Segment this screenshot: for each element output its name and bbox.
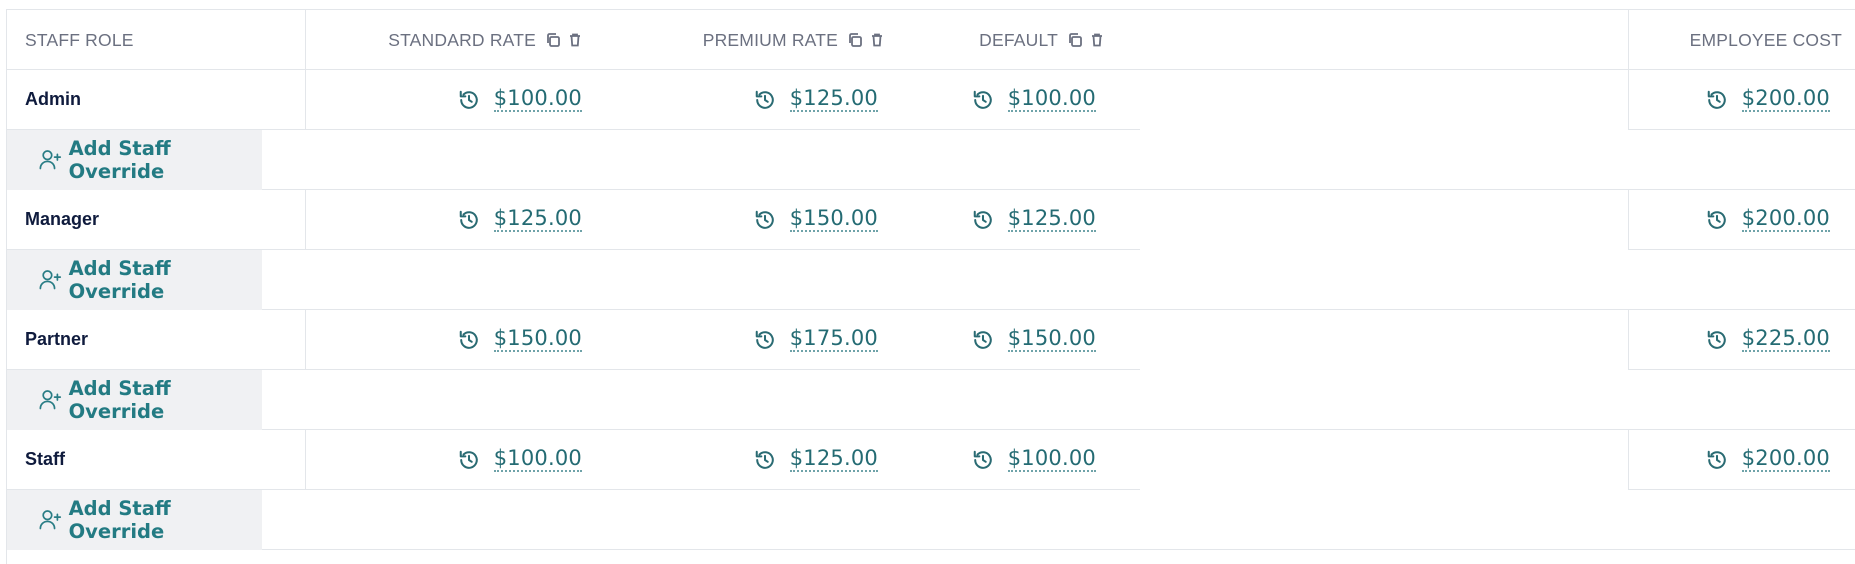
employee-cost-cell: $225.00 bbox=[1628, 310, 1855, 370]
history-icon[interactable] bbox=[754, 209, 776, 231]
header-standard-rate-label: STANDARD RATE bbox=[388, 29, 536, 50]
copy-icon[interactable] bbox=[1067, 32, 1083, 48]
trash-icon[interactable] bbox=[869, 32, 885, 48]
standard-rate-value[interactable]: $150.00 bbox=[493, 327, 582, 352]
user-plus-icon bbox=[39, 150, 62, 170]
user-plus-icon bbox=[39, 510, 62, 530]
role-name: Partner bbox=[25, 329, 89, 349]
history-icon[interactable] bbox=[754, 449, 776, 471]
standard-rate-value[interactable]: $100.00 bbox=[493, 447, 582, 472]
role-cell: Staff bbox=[7, 430, 306, 490]
override-row: Add Staff Override bbox=[7, 370, 1855, 430]
role-cell: Partner bbox=[7, 310, 306, 370]
premium-rate-value[interactable]: $125.00 bbox=[789, 447, 878, 472]
user-plus-icon bbox=[39, 270, 62, 290]
history-icon[interactable] bbox=[458, 209, 480, 231]
premium-rate-cell: $150.00 bbox=[612, 190, 916, 250]
header-premium-rate: PREMIUM RATE bbox=[612, 10, 916, 70]
premium-rate-value[interactable]: $175.00 bbox=[789, 327, 878, 352]
default-rate-cell: $100.00 bbox=[916, 430, 1140, 490]
add-staff-override-button[interactable]: Add Staff Override bbox=[7, 250, 262, 310]
copy-icon[interactable] bbox=[847, 32, 863, 48]
history-icon[interactable] bbox=[972, 329, 994, 351]
add-staff-override-label: Add Staff Override bbox=[68, 377, 171, 423]
table-header: STAFF ROLE STANDARD RATE PREMIUM RATE DE… bbox=[7, 10, 1855, 70]
default-rate-value[interactable]: $150.00 bbox=[1007, 327, 1096, 352]
default-rate-value[interactable]: $100.00 bbox=[1007, 447, 1096, 472]
header-staff-role-label: STAFF ROLE bbox=[25, 29, 134, 50]
history-icon[interactable] bbox=[972, 89, 994, 111]
add-staff-override-button[interactable]: Add Staff Override bbox=[7, 130, 262, 190]
history-icon[interactable] bbox=[1706, 89, 1728, 111]
override-row: Add Staff Override bbox=[7, 130, 1855, 190]
history-icon[interactable] bbox=[754, 89, 776, 111]
header-employee-cost-label: EMPLOYEE COST bbox=[1689, 29, 1842, 50]
history-icon[interactable] bbox=[458, 89, 480, 111]
employee-cost-value[interactable]: $200.00 bbox=[1741, 87, 1830, 112]
role-name: Staff bbox=[25, 449, 65, 469]
header-staff-role: STAFF ROLE bbox=[7, 10, 306, 70]
header-premium-rate-label: PREMIUM RATE bbox=[702, 29, 838, 50]
header-employee-cost: EMPLOYEE COST bbox=[1628, 10, 1855, 70]
premium-rate-cell: $125.00 bbox=[612, 430, 916, 490]
default-rate-cell: $150.00 bbox=[916, 310, 1140, 370]
standard-rate-value[interactable]: $100.00 bbox=[493, 87, 582, 112]
header-default: DEFAULT bbox=[916, 10, 1140, 70]
header-default-label: DEFAULT bbox=[979, 29, 1058, 50]
table-row: Manager $125.00 $150.00 $125.00 $200.00 bbox=[7, 190, 1855, 250]
copy-icon[interactable] bbox=[545, 32, 561, 48]
role-cell: Manager bbox=[7, 190, 306, 250]
history-icon[interactable] bbox=[754, 329, 776, 351]
override-row: Add Staff Override bbox=[7, 490, 1855, 550]
history-icon[interactable] bbox=[458, 449, 480, 471]
trash-icon[interactable] bbox=[1089, 32, 1105, 48]
standard-rate-value[interactable]: $125.00 bbox=[493, 207, 582, 232]
role-name: Admin bbox=[25, 89, 81, 109]
premium-rate-value[interactable]: $125.00 bbox=[789, 87, 878, 112]
add-staff-override-label: Add Staff Override bbox=[68, 137, 171, 183]
employee-cost-value[interactable]: $200.00 bbox=[1741, 447, 1830, 472]
standard-rate-cell: $100.00 bbox=[306, 70, 612, 130]
table-row: Staff $100.00 $125.00 $100.00 $200.00 bbox=[7, 430, 1855, 490]
default-rate-cell: $125.00 bbox=[916, 190, 1140, 250]
history-icon[interactable] bbox=[1706, 449, 1728, 471]
standard-rate-cell: $100.00 bbox=[306, 430, 612, 490]
premium-rate-value[interactable]: $150.00 bbox=[789, 207, 878, 232]
history-icon[interactable] bbox=[972, 449, 994, 471]
history-icon[interactable] bbox=[1706, 209, 1728, 231]
history-icon[interactable] bbox=[972, 209, 994, 231]
add-staff-override-label: Add Staff Override bbox=[68, 257, 171, 303]
employee-cost-value[interactable]: $225.00 bbox=[1741, 327, 1830, 352]
table-row: Partner $150.00 $175.00 $150.00 $225.00 bbox=[7, 310, 1855, 370]
user-plus-icon bbox=[39, 390, 62, 410]
add-staff-override-label: Add Staff Override bbox=[68, 497, 171, 543]
history-icon[interactable] bbox=[1706, 329, 1728, 351]
employee-cost-cell: $200.00 bbox=[1628, 190, 1855, 250]
trash-icon[interactable] bbox=[567, 32, 583, 48]
role-name: Manager bbox=[25, 209, 100, 229]
staff-rates-table: STAFF ROLE STANDARD RATE PREMIUM RATE DE… bbox=[6, 9, 1855, 564]
default-rate-cell: $100.00 bbox=[916, 70, 1140, 130]
employee-cost-cell: $200.00 bbox=[1628, 430, 1855, 490]
premium-rate-cell: $125.00 bbox=[612, 70, 916, 130]
override-row: Add Staff Override bbox=[7, 250, 1855, 310]
history-icon[interactable] bbox=[458, 329, 480, 351]
premium-rate-cell: $175.00 bbox=[612, 310, 916, 370]
employee-cost-value[interactable]: $200.00 bbox=[1741, 207, 1830, 232]
add-staff-override-button[interactable]: Add Staff Override bbox=[7, 490, 262, 550]
standard-rate-cell: $125.00 bbox=[306, 190, 612, 250]
default-rate-value[interactable]: $100.00 bbox=[1007, 87, 1096, 112]
default-rate-value[interactable]: $125.00 bbox=[1007, 207, 1096, 232]
header-standard-rate: STANDARD RATE bbox=[306, 10, 612, 70]
standard-rate-cell: $150.00 bbox=[306, 310, 612, 370]
role-cell: Admin bbox=[7, 70, 306, 130]
table-row: Admin $100.00 $125.00 $100.00 $200.00 bbox=[7, 70, 1855, 130]
employee-cost-cell: $200.00 bbox=[1628, 70, 1855, 130]
add-staff-override-button[interactable]: Add Staff Override bbox=[7, 370, 262, 430]
